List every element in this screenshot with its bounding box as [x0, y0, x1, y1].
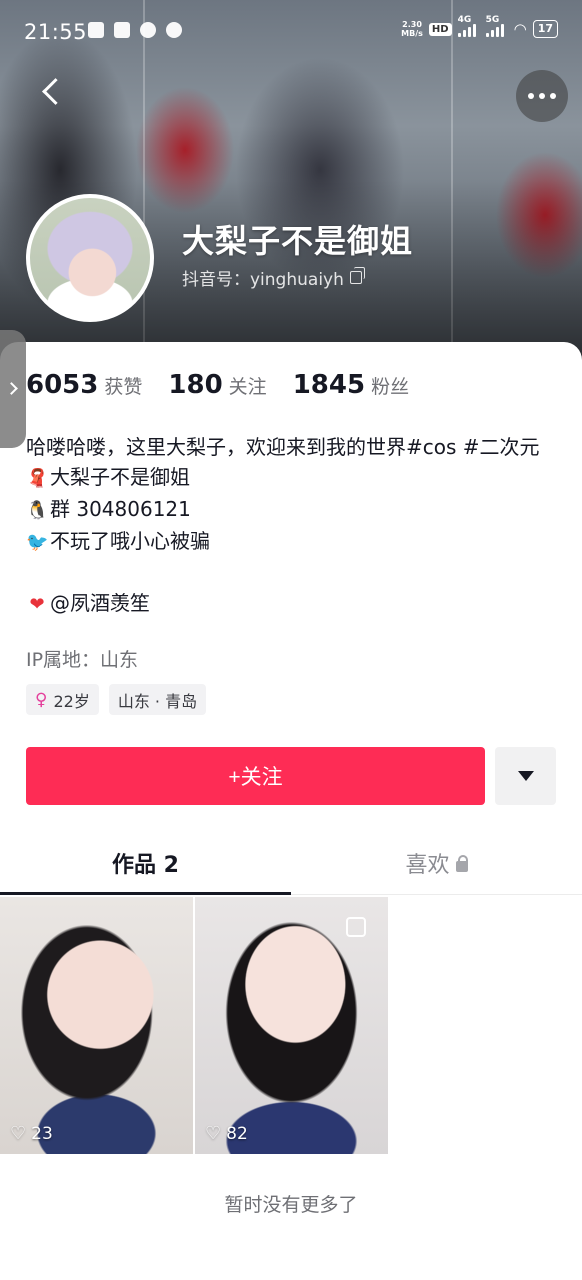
- profile-tags: ♀ 22岁 山东 · 青岛: [26, 684, 207, 715]
- bio-line-group: 🐧群 304806121: [26, 494, 562, 526]
- copy-icon[interactable]: [349, 267, 365, 284]
- stat-likes-value: 6053: [26, 370, 99, 400]
- dot-icon: [528, 93, 534, 99]
- tab-likes[interactable]: 喜欢: [291, 832, 582, 894]
- stat-following-label: 关注: [228, 376, 267, 398]
- net-speed: 2.30 MB/s: [401, 20, 423, 38]
- status-time: 21:55: [24, 20, 88, 44]
- tab-likes-label: 喜欢: [405, 853, 450, 878]
- bio-line-mention[interactable]: ❤ @夙酒羡笙: [26, 588, 562, 620]
- select-checkbox-icon[interactable]: [346, 917, 366, 937]
- side-drawer-handle[interactable]: [0, 330, 26, 448]
- bio-line-name: 🧣大梨子不是御姐: [26, 462, 562, 494]
- stat-following[interactable]: 180 关注: [168, 370, 266, 400]
- female-icon: ♀: [35, 689, 48, 710]
- bio-spacer: [26, 558, 562, 588]
- post-likes-count: 23: [31, 1123, 53, 1144]
- post-likes-count: 82: [226, 1123, 248, 1144]
- douyin-id: 抖音号：yinghuaiyh: [182, 270, 344, 290]
- wechat-icon: [166, 22, 182, 38]
- profile-name: 大梨子不是御姐: [182, 222, 414, 260]
- net-speed-value: 2.30: [402, 20, 422, 29]
- ip-location: IP属地：山东: [26, 649, 139, 671]
- no-more-content: 暂时没有更多了: [224, 1194, 358, 1216]
- more-options-button[interactable]: [516, 70, 568, 122]
- signal-4g-label: 4G: [457, 15, 472, 25]
- scarf-icon: 🧣: [26, 468, 49, 489]
- signal-5g-label: 5G: [485, 15, 500, 25]
- heart-outline-icon: ♡: [205, 1123, 222, 1144]
- status-app-icons: [88, 22, 182, 38]
- stat-followers-value: 1845: [292, 370, 366, 400]
- age-gender-tag: ♀ 22岁: [26, 684, 99, 715]
- signal-4g-icon: 4G: [457, 15, 480, 37]
- net-speed-unit: MB/s: [401, 29, 423, 38]
- avatar[interactable]: [26, 194, 154, 322]
- bio-warning-text: 不玩了哦小心被骗: [50, 529, 210, 553]
- location-tag: 山东 · 青岛: [108, 684, 207, 715]
- stat-likes[interactable]: 6053 获赞: [26, 370, 142, 400]
- profile-tabs: 作品 2 喜欢: [0, 832, 582, 895]
- post-thumbnail[interactable]: ♡ 23: [0, 897, 193, 1154]
- bird-icon: 🐦: [26, 532, 49, 553]
- penguin-icon: 🐧: [26, 500, 49, 521]
- message-icon: [88, 22, 104, 38]
- post-thumbnail[interactable]: ♡ 82: [195, 897, 388, 1154]
- bio-name-text: 大梨子不是御姐: [50, 465, 190, 489]
- profile-bio: 哈喽哈喽，这里大梨子，欢迎来到我的世界#cos #二次元 🧣大梨子不是御姐 🐧群…: [26, 432, 562, 620]
- hd-badge: HD: [428, 22, 452, 36]
- bio-line-warning: 🐦不玩了哦小心被骗: [26, 526, 562, 558]
- stat-followers-label: 粉丝: [371, 376, 410, 398]
- dot-icon: [550, 93, 556, 99]
- stat-following-value: 180: [168, 370, 223, 400]
- heart-outline-icon: ♡: [10, 1123, 27, 1144]
- status-indicators: 2.30 MB/s HD 4G 5G ◠ 17: [401, 15, 558, 38]
- back-button[interactable]: [32, 72, 72, 112]
- heart-icon: ❤: [29, 594, 45, 615]
- wifi-icon: ◠: [513, 20, 527, 38]
- caret-down-icon: [517, 771, 534, 781]
- profile-stats: 6053 获赞 180 关注 1845 粉丝: [26, 370, 435, 400]
- status-bar: 21:55 2.30 MB/s HD 4G 5G ◠ 17: [0, 0, 582, 64]
- works-grid: ♡ 23 ♡ 82: [0, 897, 388, 1154]
- signal-5g-icon: 5G: [485, 15, 508, 37]
- douyin-id-row[interactable]: 抖音号：yinghuaiyh: [182, 265, 365, 290]
- bio-mention-text[interactable]: @夙酒羡笙: [50, 591, 150, 615]
- tiktok-icon: [140, 22, 156, 38]
- cat-app-icon: [114, 22, 130, 38]
- lock-icon: [455, 854, 468, 872]
- post-likes: ♡ 82: [205, 1123, 248, 1144]
- tab-works[interactable]: 作品 2: [0, 832, 291, 895]
- follow-button[interactable]: +关注: [26, 747, 485, 805]
- bio-line-intro: 哈喽哈喽，这里大梨子，欢迎来到我的世界#cos #二次元: [26, 435, 540, 459]
- stat-followers[interactable]: 1845 粉丝: [293, 370, 409, 400]
- age-text: 22岁: [53, 691, 90, 711]
- dot-icon: [539, 93, 545, 99]
- post-likes: ♡ 23: [10, 1123, 53, 1144]
- stat-likes-label: 获赞: [104, 376, 143, 398]
- battery-indicator: 17: [532, 20, 558, 38]
- more-actions-dropdown[interactable]: [495, 747, 556, 805]
- bio-group-text: 群 304806121: [50, 497, 191, 521]
